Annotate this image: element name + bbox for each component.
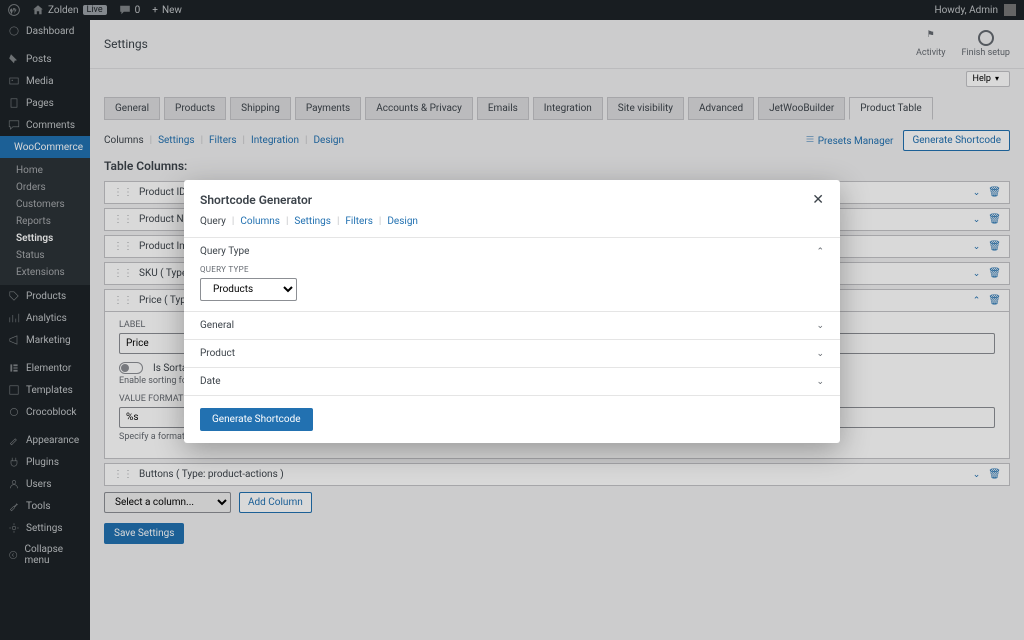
section-header-date[interactable]: Date⌄ (184, 368, 840, 395)
modal-section-date: Date⌄ (184, 368, 840, 396)
modal-section-product: Product⌄ (184, 340, 840, 368)
modal-section-query-type: Query Type ⌃ QUERY TYPE Products (184, 238, 840, 312)
chevron-down-icon: ⌄ (816, 321, 824, 331)
modal-close-button[interactable]: ✕ (812, 192, 824, 208)
modal-overlay[interactable]: Shortcode Generator ✕ Query| Columns| Se… (0, 0, 1024, 640)
modal-tab-query[interactable]: Query (200, 216, 226, 231)
section-header-product[interactable]: Product⌄ (184, 340, 840, 367)
modal-tab-columns[interactable]: Columns (240, 216, 280, 231)
shortcode-modal: Shortcode Generator ✕ Query| Columns| Se… (184, 180, 840, 443)
modal-tab-filters[interactable]: Filters (345, 216, 373, 231)
modal-title: Shortcode Generator (200, 193, 312, 207)
query-type-select[interactable]: Products (200, 278, 297, 301)
modal-tabs: Query| Columns| Settings| Filters| Desig… (184, 216, 840, 238)
modal-section-general: General⌄ (184, 312, 840, 340)
chevron-down-icon: ⌄ (816, 377, 824, 387)
section-header-general[interactable]: General⌄ (184, 312, 840, 339)
section-header-query-type[interactable]: Query Type ⌃ (184, 238, 840, 265)
modal-tab-design[interactable]: Design (387, 216, 418, 231)
chevron-down-icon: ⌄ (816, 349, 824, 359)
query-type-label: QUERY TYPE (200, 265, 824, 274)
chevron-up-icon: ⌃ (816, 247, 824, 257)
modal-generate-button[interactable]: Generate Shortcode (200, 408, 313, 431)
modal-tab-settings[interactable]: Settings (294, 216, 331, 231)
